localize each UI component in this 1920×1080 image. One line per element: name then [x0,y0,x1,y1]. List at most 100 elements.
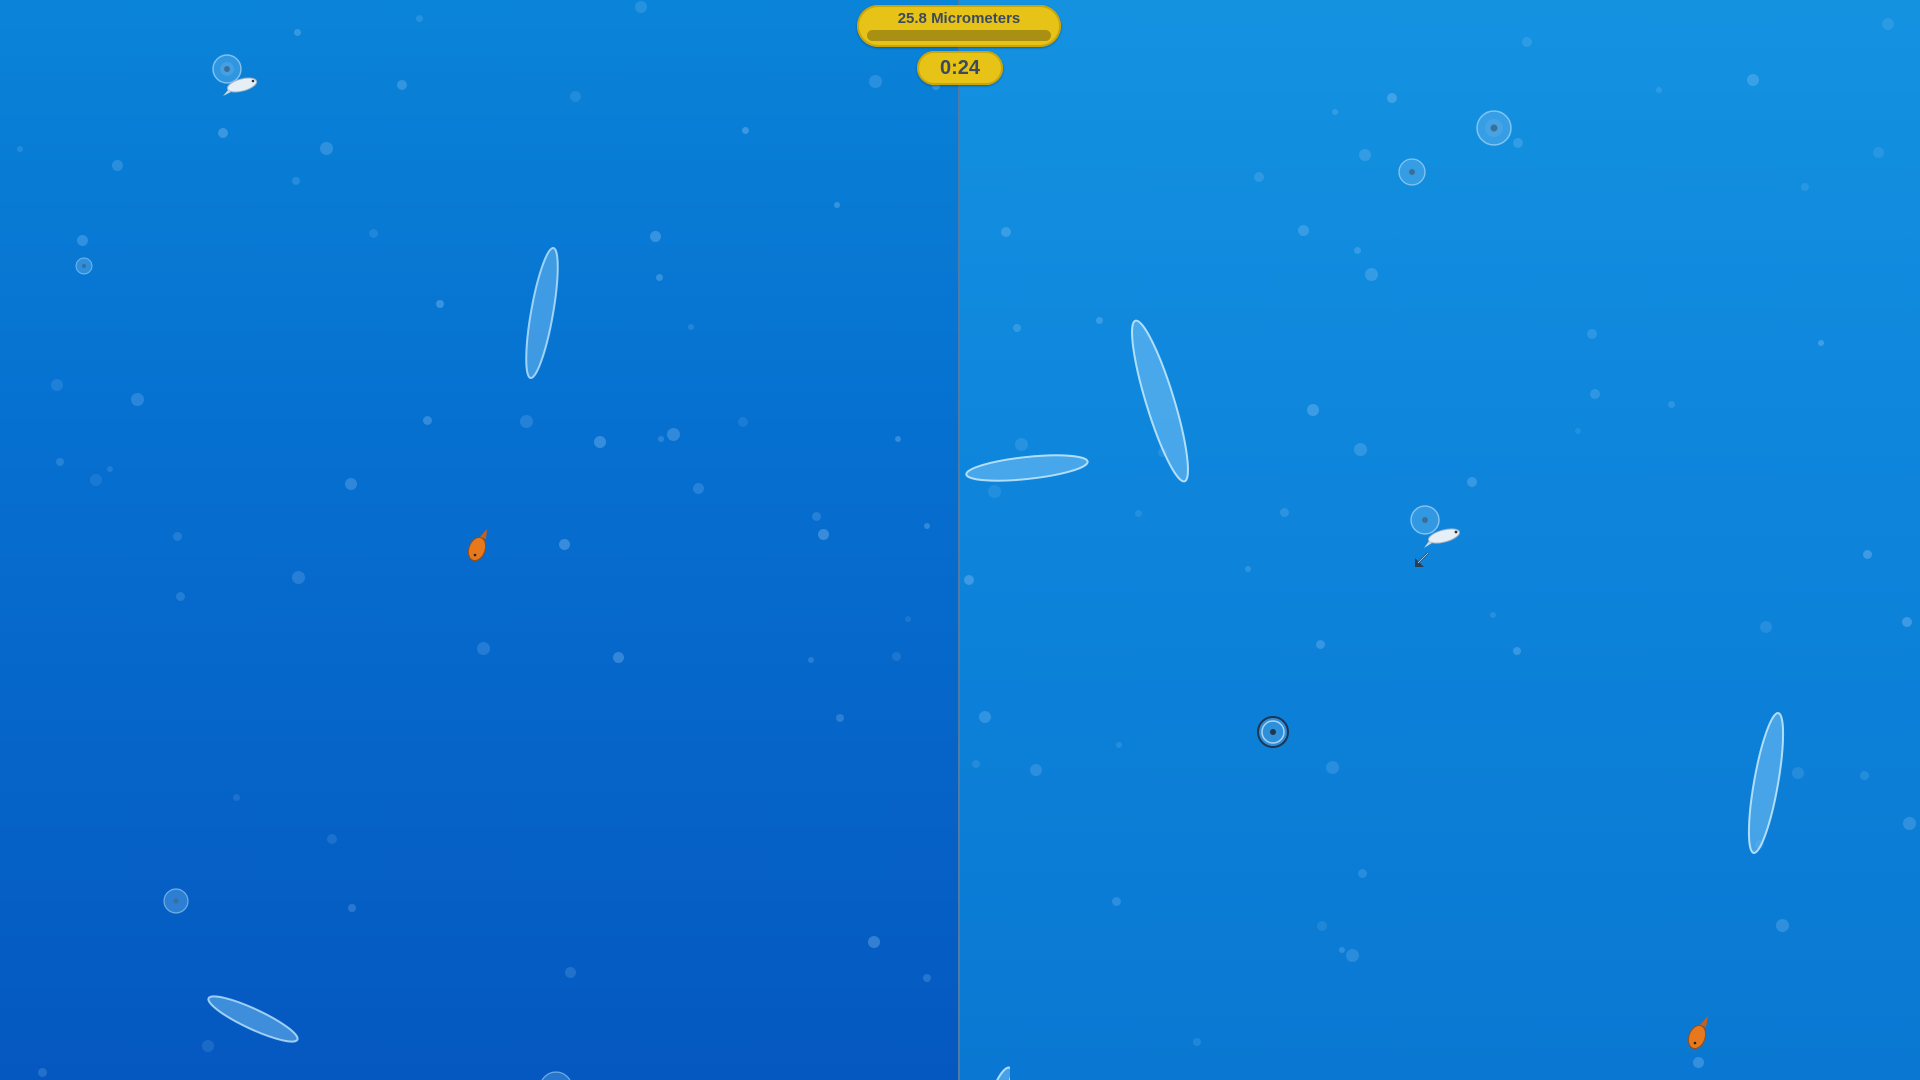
water-particle [972,760,980,768]
water-particle [1307,404,1319,416]
water-particle [397,80,407,90]
water-particle [1365,268,1378,281]
water-particle [742,127,749,134]
water-particle [1254,172,1264,182]
water-particle [416,15,423,22]
water-particle [924,523,930,529]
water-particle [1668,401,1675,408]
spore-cell-icon [75,257,93,275]
water-particle [173,532,182,541]
water-particle [738,417,748,427]
spore-cell-icon [163,888,189,914]
water-particle [1354,443,1367,456]
water-particle [923,974,931,982]
water-particle [1902,617,1912,627]
water-particle [436,300,444,308]
water-particle [1358,869,1367,878]
size-indicator: 25.8 Micrometers [857,5,1061,47]
water-particle [1863,550,1872,559]
size-label: 25.8 Micrometers [897,10,1021,27]
water-particle [1116,742,1122,748]
water-particle [1656,87,1662,93]
water-particle [1467,477,1477,487]
game-stage[interactable]: 25.8 Micrometers 0:24 [0,0,1920,1080]
water-particle [1818,340,1824,346]
water-particle [327,834,337,844]
white-fish-icon [1424,528,1461,548]
water-particle [988,485,1001,498]
water-particle [964,575,974,585]
water-particle [233,794,240,801]
spore-cell-icon [1398,158,1426,186]
water-particle [1590,389,1600,399]
water-particle [320,142,333,155]
water-particle [635,1,647,13]
paramecium-cell-icon [965,454,1089,482]
water-particle [1776,919,1789,932]
water-particle [112,160,123,171]
water-particle [369,229,378,238]
water-particle [107,466,113,472]
spore-cell-icon [1476,110,1512,146]
water-particle [808,657,814,663]
water-particle [656,274,663,281]
water-particle [892,652,901,661]
water-particle [693,483,704,494]
water-particle [868,936,880,948]
water-particle [1792,767,1804,779]
water-particle [292,571,305,584]
water-particle [905,616,911,622]
water-particle [17,146,23,152]
split-screen-divider [958,0,960,1080]
water-particle [1882,18,1894,30]
water-particle [1359,149,1371,161]
water-particle [51,379,63,391]
water-particle [1354,247,1361,254]
water-particle [836,714,844,722]
water-particle [1298,225,1309,236]
water-particle [667,428,680,441]
water-particle [348,904,356,912]
water-particle [658,436,664,442]
water-particle [869,75,882,88]
water-particle [979,711,991,723]
water-particle [1513,138,1523,148]
left-viewport [0,0,958,1080]
water-particle [38,1068,47,1077]
water-particle [1490,612,1496,618]
water-particle [56,458,64,466]
timer-badge: 0:24 [917,51,1003,85]
water-particle [818,529,829,540]
water-particle [1317,921,1327,931]
water-particle [1522,37,1532,47]
water-particle [895,436,901,442]
orange-fish-icon [467,529,487,562]
water-particle [1587,329,1597,339]
water-particle [1332,109,1338,115]
water-particle [613,652,624,663]
crosshair-ring-icon[interactable] [1255,714,1291,750]
water-particle [520,415,533,428]
paramecium-cell-icon [991,1066,1010,1080]
right-viewport [960,0,1920,1080]
water-particle [1575,428,1581,434]
water-particle [1135,510,1142,517]
water-particle [1760,621,1772,633]
water-particle [1801,183,1809,191]
water-particle [423,416,432,425]
white-fish-icon [223,77,258,96]
water-particle [688,324,694,330]
water-particle [1873,147,1884,158]
water-particle [570,91,581,102]
water-particle [650,231,661,242]
water-particle [345,478,357,490]
paramecium-cell-icon [1131,319,1189,483]
water-particle [834,202,840,208]
water-particle [218,128,228,138]
water-particle [812,512,821,521]
water-particle [1096,317,1103,324]
spore-cell-icon [541,1071,571,1080]
water-particle [294,29,301,36]
water-particle [1280,508,1289,517]
water-particle [1693,1057,1704,1068]
